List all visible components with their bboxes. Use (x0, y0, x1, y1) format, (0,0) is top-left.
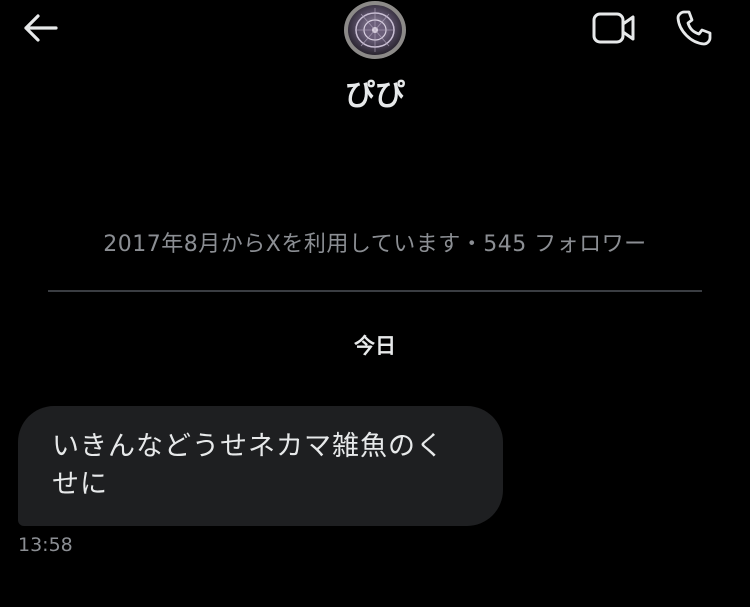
back-button[interactable] (18, 10, 62, 46)
video-call-button[interactable] (588, 8, 640, 48)
message-bubble[interactable]: いきんなどうせネカマ雑魚のくせに (18, 406, 503, 526)
divider (48, 290, 702, 292)
message-text: いきんなどうせネカマ雑魚のくせに (52, 431, 444, 500)
message-timestamp: 13:58 (18, 534, 73, 556)
avatar[interactable] (343, 0, 407, 60)
phone-icon (676, 10, 712, 46)
profile-info: 2017年8月からXを利用しています・545 フォロワー (103, 232, 647, 257)
voice-call-button[interactable] (672, 6, 716, 50)
video-camera-icon (592, 12, 635, 44)
back-arrow-icon (24, 14, 58, 42)
display-name[interactable]: ぴぴ (0, 70, 750, 114)
conversation-header: ぴぴ (0, 0, 750, 120)
date-separator: 今日 (354, 334, 396, 358)
